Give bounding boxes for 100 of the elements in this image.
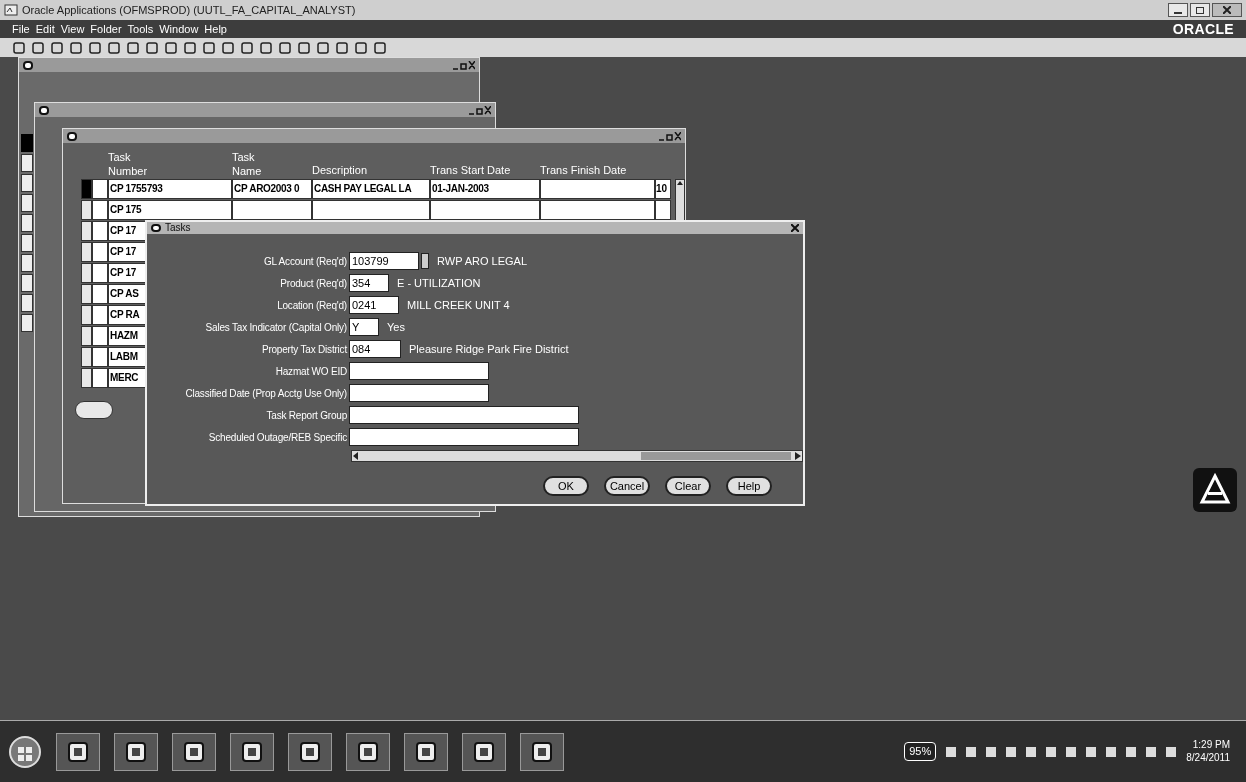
taskbar-button[interactable] — [114, 732, 158, 771]
row-selector[interactable] — [81, 199, 92, 220]
toolbar-icon[interactable] — [221, 40, 235, 55]
toolbar-icon[interactable] — [145, 40, 159, 55]
input-field[interactable]: 354 — [349, 274, 389, 292]
taskbar-button[interactable] — [172, 732, 216, 771]
taskbar-button[interactable] — [346, 732, 390, 771]
horizontal-scrollbar[interactable] — [351, 450, 803, 462]
input-field[interactable] — [349, 428, 579, 446]
window-controls-icon[interactable] — [453, 60, 475, 70]
close-icon[interactable] — [1223, 6, 1231, 14]
tray-icon[interactable] — [1044, 744, 1059, 759]
toolbar-icon[interactable] — [297, 40, 311, 55]
toolbar-icon[interactable] — [335, 40, 349, 55]
toolbar-icon[interactable] — [50, 40, 64, 55]
tray-icon[interactable] — [1124, 744, 1139, 759]
accessibility-icon[interactable] — [1193, 468, 1237, 512]
app-icon[interactable] — [299, 740, 321, 763]
start-button[interactable] — [8, 734, 42, 769]
input-field[interactable] — [349, 362, 489, 380]
arrow-right-icon[interactable] — [795, 452, 801, 460]
tray-icon[interactable] — [1064, 744, 1079, 759]
menu-item[interactable]: Help — [204, 20, 227, 38]
app-icon[interactable] — [183, 740, 205, 763]
row-selector[interactable] — [81, 241, 92, 262]
row-selector[interactable] — [81, 367, 92, 388]
app-icon[interactable] — [473, 740, 495, 763]
dialog-button[interactable]: Cancel — [604, 476, 650, 496]
app-icon[interactable] — [125, 740, 147, 763]
tray-icon[interactable] — [1144, 744, 1159, 759]
toolbar-icon[interactable] — [354, 40, 368, 55]
taskbar-button[interactable] — [56, 732, 100, 771]
tray-icon[interactable] — [964, 744, 979, 759]
input-field[interactable]: Y — [349, 318, 379, 336]
toolbar-icon[interactable] — [126, 40, 140, 55]
toolbar-icon[interactable] — [240, 40, 254, 55]
dialog-button[interactable]: Help — [726, 476, 772, 496]
battery-indicator[interactable]: 95% — [904, 742, 937, 761]
tray-icon[interactable] — [1084, 744, 1099, 759]
window-controls-icon[interactable] — [469, 105, 491, 115]
menu-item[interactable]: Window — [159, 20, 199, 38]
row-selector[interactable] — [81, 220, 92, 241]
tray-icon[interactable] — [1024, 744, 1039, 759]
toolbar-icon[interactable] — [202, 40, 216, 55]
menu-item[interactable]: Tools — [127, 20, 154, 38]
clock-date[interactable]: 8/24/2011 — [1186, 751, 1230, 764]
row-selector[interactable] — [81, 283, 92, 304]
dialog-button[interactable]: OK — [543, 476, 589, 496]
list-of-values-button[interactable] — [421, 253, 429, 269]
clock-time[interactable]: 1:29 PM — [1192, 739, 1230, 752]
maximize-button[interactable] — [1190, 3, 1210, 17]
app-icon[interactable] — [415, 740, 437, 763]
app-icon[interactable] — [357, 740, 379, 763]
tray-icon[interactable] — [1164, 744, 1179, 759]
toolbar-icon[interactable] — [12, 40, 26, 55]
menu-item[interactable]: Folder — [90, 20, 122, 38]
toolbar-icon[interactable] — [278, 40, 292, 55]
toolbar-icon[interactable] — [183, 40, 197, 55]
app-icon[interactable] — [531, 740, 553, 763]
toolbar-icon[interactable] — [316, 40, 330, 55]
taskbar-button[interactable] — [404, 732, 448, 771]
add-remove-button[interactable] — [75, 400, 113, 419]
input-field[interactable]: 084 — [349, 340, 401, 358]
toolbar-icon[interactable] — [164, 40, 178, 55]
menu-item[interactable]: Edit — [35, 20, 55, 38]
input-field[interactable] — [349, 406, 579, 424]
app-icon[interactable] — [67, 740, 89, 763]
row-selector[interactable] — [81, 325, 92, 346]
row-selector[interactable] — [81, 346, 92, 367]
window-controls-icon[interactable] — [659, 131, 681, 141]
app-icon[interactable] — [241, 740, 263, 763]
toolbar-icon[interactable] — [259, 40, 273, 55]
row-selector[interactable] — [81, 262, 92, 283]
input-field[interactable]: 103799 — [349, 252, 419, 270]
menu-item[interactable]: File — [12, 20, 30, 38]
arrow-left-icon[interactable] — [353, 452, 359, 460]
dialog-button[interactable]: Clear — [665, 476, 711, 496]
arrow-up-icon[interactable] — [676, 179, 684, 186]
minimize-button[interactable] — [1168, 3, 1188, 17]
toolbar-icon[interactable] — [107, 40, 121, 55]
tray-icon[interactable] — [984, 744, 999, 759]
input-field[interactable]: 0241 — [349, 296, 399, 314]
close-button[interactable] — [1212, 3, 1242, 17]
toolbar-icon[interactable] — [69, 40, 83, 55]
toolbar-icon[interactable] — [31, 40, 45, 55]
input-field[interactable] — [349, 384, 489, 402]
close-icon[interactable] — [791, 224, 799, 232]
taskbar-button[interactable] — [520, 732, 564, 771]
menu-item[interactable]: View — [60, 20, 85, 38]
tray-icon[interactable] — [1104, 744, 1119, 759]
toolbar-icon[interactable] — [373, 40, 387, 55]
tray-icon[interactable] — [944, 744, 959, 759]
tray-icon[interactable] — [1004, 744, 1019, 759]
taskbar-button[interactable] — [288, 732, 332, 771]
field-description: MILL CREEK UNIT 4 — [407, 297, 510, 313]
row-selector[interactable] — [81, 304, 92, 325]
toolbar-icon[interactable] — [88, 40, 102, 55]
row-indicator — [21, 254, 33, 272]
taskbar-button[interactable] — [230, 732, 274, 771]
taskbar-button[interactable] — [462, 732, 506, 771]
